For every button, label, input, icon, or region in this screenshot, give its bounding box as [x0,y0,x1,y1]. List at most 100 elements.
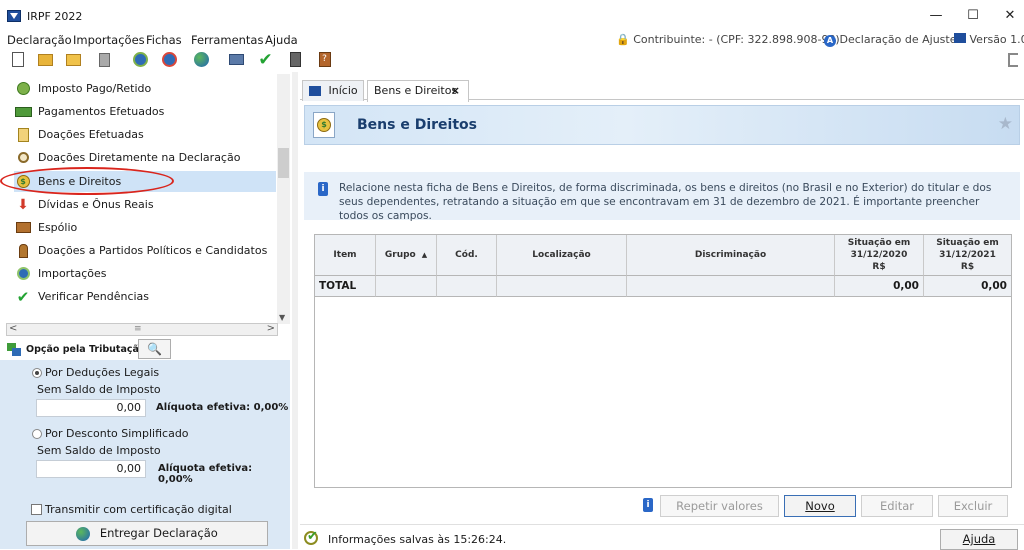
tab-strip: Início Bens e Direitos × [300,78,1024,102]
info-icon: i [318,182,328,196]
minimize-button[interactable]: — [922,4,950,28]
verify-check-icon[interactable]: ✔ [257,50,274,70]
entregar-declaracao-button[interactable]: Entregar Declaração [26,521,268,546]
aliquota-deducoes: Alíquota efetiva: 0,00% [156,402,289,413]
col-sit2021-header[interactable]: Situação em 31/12/2021 R$ [924,235,1011,275]
menu-ajuda[interactable]: Ajuda [265,33,298,47]
scroll-left-icon[interactable]: < [9,323,17,334]
col-sit2020-header[interactable]: Situação em 31/12/2020 R$ [835,235,924,275]
nav-item-doacoes-partidos[interactable]: Doações a Partidos Políticos e Candidato… [14,240,276,261]
nav-item-dividas[interactable]: ⬇ Dívidas e Ônus Reais [14,194,276,215]
maximize-button[interactable]: ☐ [959,4,987,28]
nav-item-pagamentos[interactable]: Pagamentos Efetuados [14,101,276,122]
pane-splitter[interactable] [292,72,298,549]
chest-icon [14,220,32,236]
total-cell-cod [437,275,497,297]
col-grupo-header[interactable]: Grupo ▲ [376,235,437,275]
menu-declaracao[interactable]: Declaração [7,33,72,47]
blue-a-icon: A [824,35,836,47]
search-tributacao-button[interactable]: 🔍 [138,339,171,359]
favorite-star-icon[interactable]: ★ [998,114,1013,134]
tributacao-label: Opção pela Tributação: [26,344,150,355]
versao-info[interactable]: Versão 1.0 [954,33,1024,46]
declaracao-ajuste-info[interactable]: A Declaração de Ajuste [824,33,956,47]
ajuda-button[interactable]: Ajuda [940,529,1018,550]
total-label: TOTAL [315,275,376,297]
total-cell-localizacao [497,275,627,297]
app-logo-icon [7,10,21,22]
col-localizacao-header[interactable]: Localização [497,235,627,275]
person-bag-icon [14,243,32,259]
receita-download-icon[interactable] [161,51,178,68]
certificado-checkbox[interactable] [31,504,42,515]
total-sit2021: 0,00 [924,275,1011,297]
sem-saldo-label-2: Sem Saldo de Imposto [37,444,161,457]
valor-deducoes-field: 0,00 [36,399,146,417]
col-cod-header[interactable]: Cód. [437,235,497,275]
scroll-down-icon[interactable]: ▼ [279,313,285,322]
nav-list: Imposto Pago/Retido Pagamentos Efetuados… [0,78,277,322]
radio-desconto-simplificado[interactable] [32,429,42,439]
col-item-header[interactable]: Item [315,235,376,275]
print-icon[interactable] [228,51,245,68]
menu-fichas[interactable]: Fichas [146,33,182,47]
bens-coin-icon: $ [313,112,335,138]
app-small-icon [954,33,966,43]
bens-table: Item Grupo ▲ Cód. Localização Discrimina… [314,234,1012,488]
valor-simplificado-field: 0,00 [36,460,146,478]
info-text: Relacione nesta ficha de Bens e Direitos… [339,182,992,222]
editar-button[interactable]: Editar [861,495,933,517]
toolbar: ✔ ? [0,48,1024,72]
lock-icon: 🔒 [616,33,630,46]
open-folder-icon[interactable] [37,51,54,68]
scroll-grip-icon[interactable]: ≡ [134,324,142,334]
page-header: $ Bens e Direitos ★ [304,105,1020,145]
exit-icon[interactable] [1004,51,1021,68]
menu-importacoes[interactable]: Importações [73,33,145,47]
sort-up-icon: ▲ [421,251,428,259]
calculator-icon[interactable] [287,51,304,68]
total-sit2020: 0,00 [835,275,924,297]
excluir-button[interactable]: Excluir [938,495,1008,517]
search-icon: 🔍 [147,342,162,356]
nav-item-imposto-pago[interactable]: Imposto Pago/Retido [14,78,276,99]
green-arrows-icon [7,343,21,356]
help-book-icon[interactable]: ? [316,51,333,68]
total-cell-grupo [376,275,437,297]
nav-item-verificar-pendencias[interactable]: ✔ Verificar Pendências [14,286,276,307]
highlight-ellipse [0,167,174,195]
new-file-icon[interactable] [9,51,26,68]
menu-ferramentas[interactable]: Ferramentas [191,33,263,47]
magnifier-icon [14,150,32,166]
nav-horizontal-scrollbar[interactable]: < ≡ > [6,323,278,336]
radio-deducoes-legais[interactable] [32,368,42,378]
trash-icon[interactable] [96,51,113,68]
nav-vertical-scrollbar[interactable]: ▼ [277,74,290,324]
folder-icon[interactable] [65,51,82,68]
repetir-valores-button[interactable]: Repetir valores [660,495,779,517]
status-bar: ✔ Informações salvas às 15:26:24. Ajuda [300,524,1024,550]
close-window-button[interactable]: ✕ [996,4,1024,28]
receita-sync-icon[interactable] [132,51,149,68]
nav-item-doacoes-declaracao[interactable]: Doações Diretamente na Declaração [14,147,276,168]
nav-item-doacoes[interactable]: Doações Efetuadas [14,124,276,145]
nav-item-espolio[interactable]: Espólio [14,217,276,238]
total-cell-discriminacao [627,275,835,297]
document-icon [14,127,32,143]
contribuinte-info: 🔒 Contribuinte: - (CPF: 322.898.908-98) [616,33,840,46]
nav-item-importacoes[interactable]: Importações [14,263,276,284]
sem-saldo-label-1: Sem Saldo de Imposto [37,383,161,396]
col-discriminacao-header[interactable]: Discriminação [627,235,835,275]
tab-bens-direitos[interactable]: Bens e Direitos × [367,80,469,102]
close-tab-icon[interactable]: × [451,81,460,100]
tributacao-panel: Opção pela Tributação: 🔍 Por Deduções Le… [0,338,290,549]
menu-bar: Declaração Importações Fichas Ferramenta… [0,32,1024,48]
info-box: i Relacione nesta ficha de Bens e Direit… [304,172,1020,222]
globe-transmit-icon[interactable] [193,51,210,68]
novo-button[interactable]: Novo [784,495,856,517]
scroll-thumb[interactable] [278,148,289,178]
scroll-right-icon[interactable]: > [267,323,275,334]
tab-inicio[interactable]: Início [302,80,364,101]
page-title: Bens e Direitos [357,117,477,133]
info-actions-icon[interactable]: i [643,498,653,512]
